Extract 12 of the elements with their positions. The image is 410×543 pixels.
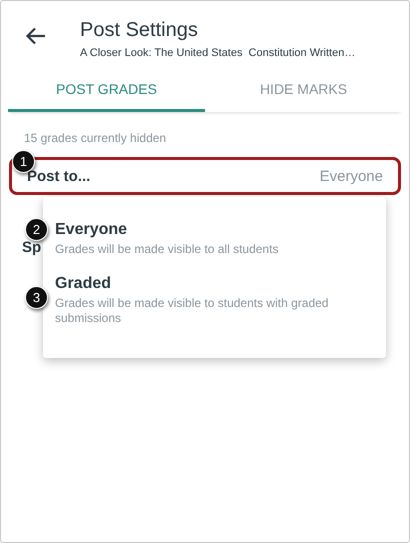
covered-label: Sp bbox=[22, 239, 42, 256]
option-title[interactable]: Everyone bbox=[55, 221, 370, 239]
hidden-grades-count: 15 grades currently hidden bbox=[24, 131, 166, 145]
option-title[interactable]: Graded bbox=[55, 275, 370, 293]
screen-title: Post Settings bbox=[80, 19, 199, 42]
step-number-badge: 2 bbox=[25, 218, 48, 241]
assignment-subtitle: A Closer Look: The United States Constitution Written… bbox=[80, 47, 356, 59]
option-description: Grades will be made visible to all students bbox=[55, 242, 280, 257]
tab[interactable]: POST GRADES bbox=[8, 67, 205, 112]
option-description: Grades will be made visible to students with graded submissions bbox=[55, 296, 330, 326]
step-number-badge: 3 bbox=[25, 286, 48, 309]
back-arrow-icon[interactable] bbox=[25, 25, 47, 47]
